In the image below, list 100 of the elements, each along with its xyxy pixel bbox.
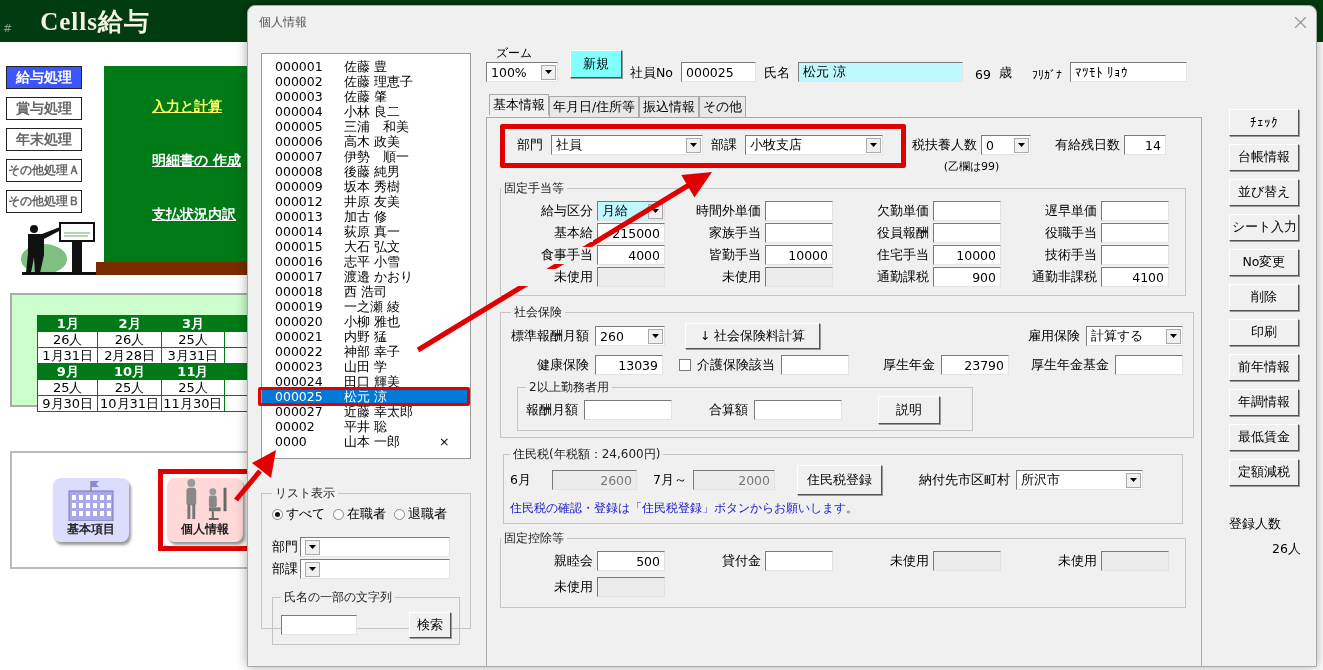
text-field[interactable]: 000025: [681, 62, 756, 82]
side-button[interactable]: 削除: [1229, 284, 1299, 311]
text-field[interactable]: [754, 400, 842, 420]
nav-button[interactable]: 給与処理: [6, 66, 82, 89]
text-field[interactable]: [933, 551, 1001, 571]
tab[interactable]: 振込情報: [639, 96, 700, 117]
list-item[interactable]: 000017 渡邉 かおり: [262, 269, 470, 284]
list-item[interactable]: 000020 小柳 雅也: [262, 314, 470, 329]
text-field[interactable]: 2600: [552, 470, 637, 490]
list-item[interactable]: 0000 山本 一郎 ×: [262, 434, 470, 449]
list-item[interactable]: 000002 佐藤 理恵子: [262, 74, 470, 89]
list-item[interactable]: 000015 大石 弘文: [262, 239, 470, 254]
list-item[interactable]: 000013 加古 修: [262, 209, 470, 224]
tab[interactable]: 基本情報: [489, 94, 549, 115]
dropdown-field[interactable]: 計算する: [1086, 326, 1183, 346]
text-field[interactable]: 4100: [1101, 267, 1169, 287]
dropdown-field[interactable]: 260: [595, 326, 665, 346]
caret-icon[interactable]: [648, 328, 663, 344]
text-field[interactable]: [765, 223, 833, 243]
caret-icon[interactable]: [1126, 472, 1141, 488]
text-field[interactable]: 900: [933, 267, 1001, 287]
text-field[interactable]: [597, 267, 665, 287]
text-field[interactable]: 松元 涼: [798, 62, 963, 82]
caret-icon[interactable]: [1014, 137, 1029, 153]
caret-icon[interactable]: [1166, 328, 1181, 344]
text-field[interactable]: 500: [597, 551, 665, 571]
register-button[interactable]: 住民税登録: [797, 465, 882, 495]
text-field[interactable]: [597, 577, 665, 597]
text-field[interactable]: 13039: [595, 355, 663, 375]
caret-icon[interactable]: [305, 561, 320, 577]
help-button[interactable]: 説明: [878, 396, 940, 424]
dropdown-field[interactable]: 0: [981, 135, 1031, 155]
nav-button[interactable]: その他処理Ａ: [6, 159, 82, 182]
text-field[interactable]: [1101, 201, 1169, 221]
dropdown-field[interactable]: 100%: [486, 62, 558, 82]
text-field[interactable]: [765, 267, 833, 287]
list-item[interactable]: 000019 一之瀬 綾: [262, 299, 470, 314]
list-item[interactable]: 000007 伊勢 順一: [262, 149, 470, 164]
side-button[interactable]: ﾁｪｯｸ: [1229, 109, 1299, 136]
launcher-button[interactable]: 個人情報: [167, 478, 243, 542]
caret-icon[interactable]: [541, 64, 556, 80]
text-field[interactable]: 23790: [941, 355, 1009, 375]
side-button[interactable]: 前年情報: [1229, 354, 1299, 381]
checkbox[interactable]: [679, 359, 691, 371]
radio-button[interactable]: [394, 509, 405, 520]
list-item[interactable]: 000008 後藤 純男: [262, 164, 470, 179]
dropdown-field[interactable]: [300, 559, 450, 579]
text-field[interactable]: [1101, 245, 1169, 265]
list-item[interactable]: 000023 山田 学: [262, 359, 470, 374]
launcher-button[interactable]: 基本項目: [53, 478, 129, 542]
side-button[interactable]: 最低賃金: [1229, 424, 1299, 451]
text-field[interactable]: [933, 223, 1001, 243]
nav-button[interactable]: その他処理Ｂ: [6, 190, 82, 213]
text-field[interactable]: [933, 201, 1001, 221]
text-field[interactable]: 2000: [693, 470, 775, 490]
side-button[interactable]: 定額減税: [1229, 459, 1299, 486]
nav-button[interactable]: 年末処理: [6, 128, 82, 151]
new-button[interactable]: 新規: [570, 50, 622, 78]
tab[interactable]: その他: [699, 96, 747, 117]
list-item[interactable]: 00002 平井 聡: [262, 419, 470, 434]
caret-icon[interactable]: [866, 137, 881, 153]
text-field[interactable]: [1101, 551, 1169, 571]
text-field[interactable]: [765, 201, 833, 221]
list-item[interactable]: 000012 井原 友美: [262, 194, 470, 209]
search-button[interactable]: 検索: [409, 612, 451, 638]
text-field[interactable]: [1115, 355, 1183, 375]
text-field[interactable]: [281, 615, 357, 635]
close-icon[interactable]: [1295, 16, 1306, 28]
dropdown-field[interactable]: 社員: [551, 135, 703, 155]
side-button[interactable]: 年調情報: [1229, 389, 1299, 416]
dropdown-field[interactable]: 小牧支店: [745, 135, 883, 155]
list-item[interactable]: 000009 坂本 秀樹: [262, 179, 470, 194]
calculate-button[interactable]: ↓ 社会保険料計算: [685, 323, 820, 349]
side-button[interactable]: 印刷: [1229, 319, 1299, 346]
text-field[interactable]: [1101, 223, 1169, 243]
text-field[interactable]: [584, 400, 672, 420]
list-item[interactable]: 000006 高木 政美: [262, 134, 470, 149]
nav-button[interactable]: 賞与処理: [6, 97, 82, 120]
radio-button[interactable]: [272, 509, 283, 520]
text-field[interactable]: 10000: [765, 245, 833, 265]
list-item[interactable]: 000018 西 浩司: [262, 284, 470, 299]
side-button[interactable]: No変更: [1229, 249, 1299, 276]
side-button[interactable]: 台帳情報: [1229, 144, 1299, 171]
text-field[interactable]: [781, 355, 849, 375]
text-field[interactable]: 14: [1124, 135, 1166, 155]
dropdown-field[interactable]: [300, 537, 450, 557]
caret-icon[interactable]: [686, 137, 701, 153]
list-item[interactable]: 000021 内野 猛: [262, 329, 470, 344]
list-item[interactable]: 000022 神部 幸子: [262, 344, 470, 359]
radio-button[interactable]: [333, 509, 344, 520]
text-field[interactable]: 4000: [597, 245, 665, 265]
text-field[interactable]: [765, 551, 833, 571]
list-item[interactable]: 000014 荻原 真一: [262, 224, 470, 239]
list-item[interactable]: 000005 三浦 和美: [262, 119, 470, 134]
list-item[interactable]: 000016 志平 小雪: [262, 254, 470, 269]
list-item[interactable]: 000027 近藤 幸太郎: [262, 404, 470, 419]
side-button[interactable]: 並び替え: [1229, 179, 1299, 206]
dropdown-field[interactable]: 所沢市: [1016, 470, 1143, 490]
tab[interactable]: 年月日/住所等: [549, 96, 640, 117]
caret-icon[interactable]: [305, 539, 320, 555]
